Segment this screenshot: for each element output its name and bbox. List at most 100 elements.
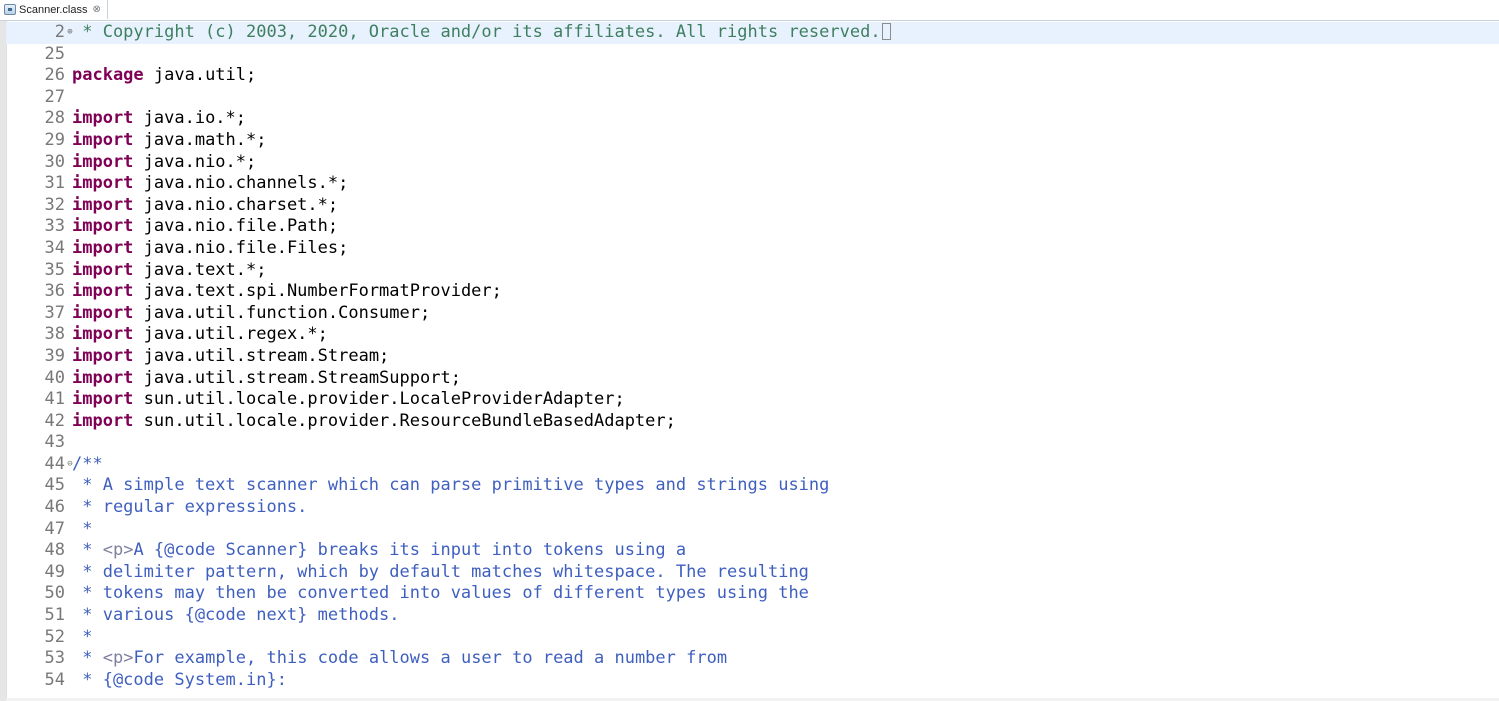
keyword-token: import: [72, 389, 134, 410]
keyword-token: import: [72, 367, 134, 388]
line-number: 45: [44, 475, 65, 496]
code-line[interactable]: 36 import java.text.spi.NumberFormatProvi…: [6, 281, 1499, 303]
code-token: java.util.function.Consumer;: [133, 302, 431, 323]
editor-window: Scanner.class ⊗ 2 ⊕ * Copyright (c) 2003,…: [0, 0, 1499, 701]
code-line[interactable]: 31 import java.nio.channels.*;: [6, 173, 1499, 195]
tab-title: Scanner.class: [19, 3, 88, 16]
code-lines[interactable]: 2 ⊕ * Copyright (c) 2003, 2020, Oracle an…: [6, 22, 1499, 691]
code-text: import java.text.spi.NumberFormatProvide…: [72, 281, 502, 303]
keyword-token: import: [72, 216, 134, 237]
code-text: * various {@code next} methods.: [72, 605, 399, 627]
javadoc-token: * regular expressions.: [72, 497, 308, 518]
code-line[interactable]: 42 import sun.util.locale.provider.Resour…: [6, 411, 1499, 433]
line-number: 35: [44, 259, 65, 280]
keyword-token: import: [72, 259, 134, 280]
class-file-icon: [4, 4, 16, 15]
code-line[interactable]: 39 import java.util.stream.Stream;: [6, 346, 1499, 368]
code-text: import java.util.stream.StreamSupport;: [72, 368, 461, 390]
code-line[interactable]: 26 package java.util;: [6, 65, 1499, 87]
code-line[interactable]: 29 import java.math.*;: [6, 130, 1499, 152]
keyword-token: import: [72, 345, 134, 366]
code-text: import java.nio.file.Files;: [72, 238, 348, 260]
code-line[interactable]: 40 import java.util.stream.StreamSupport;: [6, 368, 1499, 390]
line-number: 52: [44, 626, 65, 647]
comment-token: * Copyright (c) 2003, 2020, Oracle and/o…: [72, 22, 881, 42]
code-line[interactable]: 52 *: [6, 627, 1499, 649]
code-token: java.util.regex.*;: [133, 324, 328, 345]
javadoc-token: * A simple text scanner which can parse …: [72, 475, 830, 496]
code-line[interactable]: 2 ⊕ * Copyright (c) 2003, 2020, Oracle an…: [6, 22, 1499, 44]
line-number: 38: [44, 324, 65, 345]
code-token: java.text.*;: [133, 259, 267, 280]
keyword-token: import: [72, 237, 134, 258]
code-line[interactable]: 47 *: [6, 519, 1499, 541]
code-text: import java.util.regex.*;: [72, 324, 328, 346]
code-text: * <p>For example, this code allows a use…: [72, 648, 727, 670]
line-number: 41: [44, 389, 65, 410]
line-number: 46: [44, 497, 65, 518]
line-number: 31: [44, 173, 65, 194]
code-line[interactable]: 41 import sun.util.locale.provider.Locale…: [6, 389, 1499, 411]
keyword-token: import: [72, 129, 134, 150]
code-text: package java.util;: [72, 65, 256, 87]
code-line[interactable]: 50 * tokens may then be converted into v…: [6, 583, 1499, 605]
line-number: 28: [44, 108, 65, 129]
code-line[interactable]: 28 import java.io.*;: [6, 108, 1499, 130]
javadoc-token: *: [72, 518, 93, 539]
line-number: 39: [44, 345, 65, 366]
folded-region-marker[interactable]: [881, 23, 891, 40]
editor-tab-bar: Scanner.class ⊗: [0, 0, 1499, 21]
code-line[interactable]: 44 ⊖/**: [6, 454, 1499, 476]
code-token: java.nio.*;: [133, 151, 257, 172]
code-text: import java.nio.charset.*;: [72, 195, 338, 217]
code-token: java.math.*;: [133, 129, 267, 150]
code-line[interactable]: 43: [6, 432, 1499, 454]
code-line[interactable]: 45 * A simple text scanner which can par…: [6, 475, 1499, 497]
code-text: import java.nio.file.Path;: [72, 216, 338, 238]
line-number: 43: [44, 432, 65, 453]
code-line[interactable]: 46 * regular expressions.: [6, 497, 1499, 519]
code-token: java.util;: [143, 65, 257, 86]
line-number: 40: [44, 367, 65, 388]
code-line[interactable]: 49 * delimiter pattern, which by default…: [6, 562, 1499, 584]
tab-scanner-class[interactable]: Scanner.class ⊗: [0, 0, 108, 19]
code-token: java.util.stream.Stream;: [133, 345, 390, 366]
keyword-token: package: [72, 65, 144, 86]
code-line[interactable]: 30 import java.nio.*;: [6, 152, 1499, 174]
line-number: 42: [44, 410, 65, 431]
code-line[interactable]: 35 import java.text.*;: [6, 260, 1499, 282]
code-line[interactable]: 27: [6, 87, 1499, 109]
line-number: 44: [44, 453, 65, 474]
code-line[interactable]: 53 * <p>For example, this code allows a …: [6, 648, 1499, 670]
code-line[interactable]: 37 import java.util.function.Consumer;: [6, 303, 1499, 325]
javadoc-token: For example, this code allows a user to …: [133, 648, 728, 669]
code-text: import java.util.function.Consumer;: [72, 303, 430, 325]
close-icon[interactable]: ⊗: [92, 4, 100, 15]
line-number: 32: [44, 194, 65, 215]
html-tag-token: <p>: [102, 540, 134, 561]
code-line[interactable]: 54 * {@code System.in}:: [6, 670, 1499, 692]
code-token: sun.util.locale.provider.LocaleProviderA…: [133, 389, 625, 410]
code-line[interactable]: 33 import java.nio.file.Path;: [6, 216, 1499, 238]
javadoc-token: * delimiter pattern, which by default ma…: [72, 561, 809, 582]
code-text: import java.nio.*;: [72, 152, 256, 174]
code-line[interactable]: 25: [6, 44, 1499, 66]
keyword-token: import: [72, 194, 134, 215]
code-line[interactable]: 51 * various {@code next} methods.: [6, 605, 1499, 627]
code-line[interactable]: 32 import java.nio.charset.*;: [6, 195, 1499, 217]
keyword-token: import: [72, 151, 134, 172]
line-number: 36: [44, 281, 65, 302]
code-text: import sun.util.locale.provider.LocalePr…: [72, 389, 625, 411]
code-text: /**: [72, 454, 103, 476]
code-text: import java.util.stream.Stream;: [72, 346, 389, 368]
code-text: * delimiter pattern, which by default ma…: [72, 562, 809, 584]
html-tag-token: <p>: [102, 648, 134, 669]
code-line[interactable]: 38 import java.util.regex.*;: [6, 324, 1499, 346]
code-text: * <p>A {@code Scanner} breaks its input …: [72, 540, 686, 562]
code-line[interactable]: 48 * <p>A {@code Scanner} breaks its inp…: [6, 540, 1499, 562]
code-line[interactable]: 34 import java.nio.file.Files;: [6, 238, 1499, 260]
code-text: import java.text.*;: [72, 260, 266, 282]
line-number: 29: [44, 129, 65, 150]
code-token: java.util.stream.StreamSupport;: [133, 367, 461, 388]
code-token: sun.util.locale.provider.ResourceBundleB…: [133, 410, 676, 431]
